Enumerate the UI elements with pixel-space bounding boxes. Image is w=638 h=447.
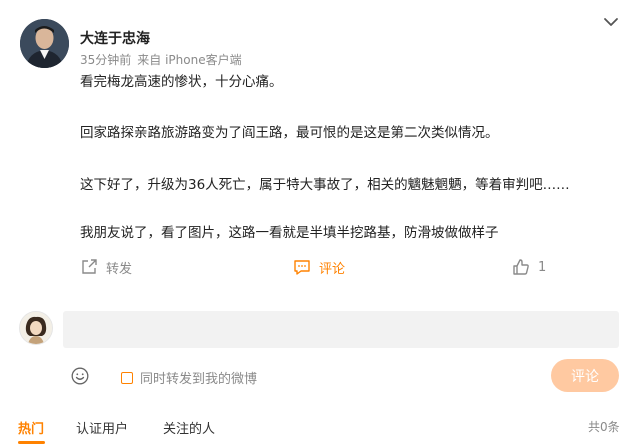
comment-input[interactable] — [63, 311, 619, 348]
post-time[interactable]: 35分钟前 — [80, 53, 131, 67]
like-icon — [513, 259, 529, 275]
like-button[interactable]: 1 — [512, 257, 546, 277]
submit-comment-button[interactable]: 评论 — [551, 359, 619, 392]
comment-icon — [294, 260, 310, 275]
active-tab-indicator — [18, 441, 45, 444]
post-paragraph: 我朋友说了，看了图片，这路一看就是半填半挖路基，防滑坡做做样子 — [80, 225, 499, 241]
post-source: 来自 iPhone客户端 — [137, 53, 242, 67]
repost-button[interactable]: 转发 — [80, 257, 132, 277]
post-meta: 35分钟前 来自 iPhone客户端 — [80, 51, 242, 68]
repost-icon — [82, 259, 97, 274]
commenter-avatar — [19, 311, 53, 345]
tab-verified-users[interactable]: 认证用户 — [76, 418, 128, 437]
post-paragraph: 看完梅龙高速的惨状，十分心痛。 — [80, 74, 283, 90]
chevron-down-icon[interactable] — [603, 14, 619, 28]
post-username[interactable]: 大连于忠海 — [80, 28, 150, 48]
forward-checkbox[interactable] — [121, 371, 133, 384]
repost-label: 转发 — [106, 261, 133, 277]
post-paragraph: 回家路探亲路旅游路变为了阎王路，最可恨的是这是第二次类似情况。 — [80, 125, 499, 141]
forward-label: 同时转发到我的微博 — [140, 372, 258, 387]
tab-following[interactable]: 关注的人 — [163, 418, 215, 437]
like-count: 1 — [538, 259, 547, 275]
comment-label: 评论 — [319, 261, 346, 277]
tab-hot[interactable]: 热门 — [18, 418, 44, 437]
emoji-icon[interactable] — [71, 367, 89, 385]
user-avatar[interactable] — [20, 19, 69, 68]
comment-button[interactable]: 评论 — [293, 257, 345, 277]
total-count: 共0条 — [588, 420, 620, 434]
forward-option[interactable]: 同时转发到我的微博 — [121, 368, 257, 387]
post-paragraph: 这下好了，升级为36人死亡，属于特大事故了，相关的魑魅魍魉，等着审判吧…… — [80, 177, 570, 193]
